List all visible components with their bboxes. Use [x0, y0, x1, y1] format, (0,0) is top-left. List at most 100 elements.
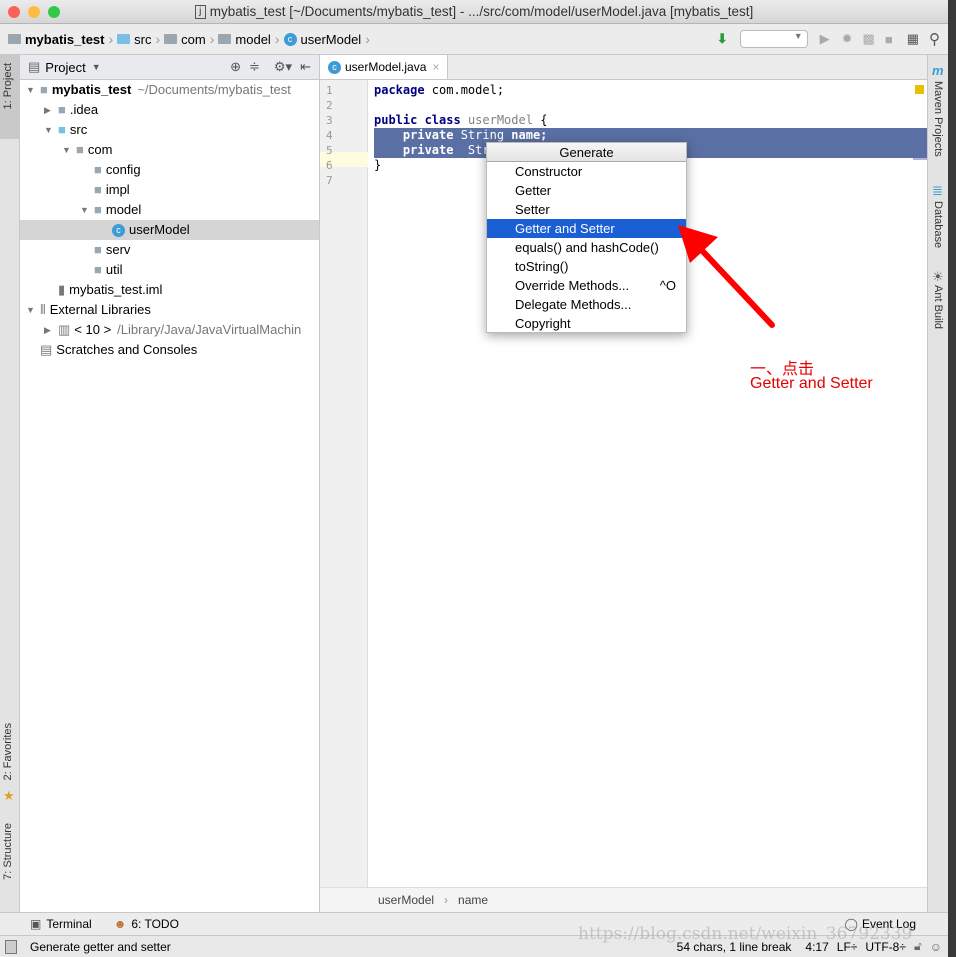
project-structure-icon[interactable]: ▦ — [907, 31, 919, 47]
tab-maven-projects[interactable]: Maven Projects — [932, 81, 944, 157]
tree-item[interactable]: ■ config — [20, 160, 319, 180]
toggle-tool-windows-icon[interactable] — [5, 939, 17, 954]
project-view-select[interactable]: Project — [45, 60, 85, 75]
stop-icon[interactable]: ■ — [885, 32, 893, 47]
expand-down-icon[interactable]: ▼ — [80, 200, 94, 220]
tree-item-label: .idea — [69, 102, 99, 117]
code-token: public class — [374, 113, 461, 127]
hide-panel-icon[interactable]: ⇤ — [300, 59, 311, 75]
tab-project[interactable]: 1: Project — [2, 63, 14, 109]
menu-item-getter[interactable]: Getter — [487, 181, 686, 200]
project-panel-header: ▤ Project ▼ ⊕ ≑ ⚙▾ ⇤ — [20, 55, 319, 80]
todo-button[interactable]: 6: TODO — [131, 917, 179, 931]
tree-item[interactable]: ■ util — [20, 260, 319, 280]
tree-item-label: src — [69, 122, 88, 137]
code-token: com.model; — [424, 83, 505, 97]
menu-item-override-methods[interactable]: Override Methods... ^O — [487, 276, 686, 295]
menu-item-tostring[interactable]: toString() — [487, 257, 686, 276]
module-icon — [8, 34, 21, 44]
tab-favorites[interactable]: 2: Favorites — [2, 723, 14, 780]
jdk-icon: ▥ — [58, 322, 71, 337]
tree-item[interactable]: ■ serv — [20, 240, 319, 260]
tree-item[interactable]: ▶ ■ .idea — [20, 100, 319, 120]
crumb-field[interactable]: name — [458, 893, 488, 907]
inspector-icon[interactable]: ☺ — [930, 940, 942, 954]
annotation-text: Getter and Setter — [750, 375, 873, 392]
coverage-icon[interactable]: ▩ — [863, 31, 875, 47]
chevron-down-icon[interactable]: ▼ — [92, 62, 101, 72]
folder-icon — [117, 34, 131, 44]
search-icon[interactable]: ⚲ — [929, 30, 940, 48]
menu-item-label: Setter — [515, 202, 550, 217]
expand-right-icon[interactable]: ▶ — [44, 100, 58, 120]
menu-item-equals-and-hashcode[interactable]: equals() and hashCode() — [487, 238, 686, 257]
menu-item-delegate-methods[interactable]: Delegate Methods... — [487, 295, 686, 314]
tree-item[interactable]: ▼ ⦀ External Libraries — [20, 300, 319, 320]
locate-icon[interactable]: ⊕ — [230, 59, 241, 75]
run-icon[interactable]: ▶ — [820, 31, 830, 47]
breadcrumb-model[interactable]: model › — [218, 31, 280, 47]
breadcrumb-project[interactable]: mybatis_test › — [8, 31, 113, 47]
tree-item[interactable]: ■ impl — [20, 180, 319, 200]
tab-ant-build[interactable]: Ant Build — [932, 285, 944, 329]
build-icon[interactable]: ⬇ — [717, 31, 728, 47]
module-icon: ■ — [40, 82, 48, 97]
expand-right-icon[interactable]: ▶ — [44, 320, 58, 340]
lock-icon[interactable]: 🔓︎ — [914, 939, 922, 954]
tree-item-path: /Library/Java/JavaVirtualMachin — [117, 322, 302, 337]
source-folder-icon: ■ — [58, 122, 66, 137]
status-message: Generate getter and setter — [30, 939, 171, 954]
breadcrumb-src[interactable]: src › — [117, 31, 160, 47]
library-icon: ⦀ — [40, 302, 46, 317]
gear-icon[interactable]: ⚙▾ — [274, 59, 292, 75]
close-tab-icon[interactable]: × — [432, 60, 439, 74]
breadcrumb-com[interactable]: com › — [164, 31, 214, 47]
project-panel: ▤ Project ▼ ⊕ ≑ ⚙▾ ⇤ ▼ ■ mybatis_test ~/Doc… — [20, 55, 320, 912]
crumb-class[interactable]: userModel — [378, 893, 434, 907]
popup-title: Generate — [487, 143, 686, 162]
navigation-bar: mybatis_test › src › com › model › c userMode… — [0, 24, 948, 55]
iml-file-icon: ▮ — [58, 282, 66, 297]
class-icon: c — [283, 32, 297, 46]
maximize-window-button[interactable] — [48, 6, 60, 18]
tree-item[interactable]: ▼ ■ com — [20, 140, 319, 160]
tree-item[interactable]: ▼ ■ model — [20, 200, 319, 220]
expand-down-icon[interactable]: ▼ — [44, 120, 58, 140]
menu-item-getter-and-setter[interactable]: Getter and Setter — [487, 219, 686, 238]
tree-item-label: impl — [105, 182, 130, 197]
close-window-button[interactable] — [8, 6, 20, 18]
menu-item-label: Override Methods... — [515, 278, 630, 293]
tree-item-label: com — [87, 142, 113, 157]
run-config-select[interactable]: ▼ — [739, 30, 808, 48]
tab-usermodel-java[interactable]: c userModel.java × — [320, 55, 449, 79]
breadcrumb-usermodel[interactable]: c userModel › — [283, 31, 370, 47]
menu-item-constructor[interactable]: Constructor — [487, 162, 686, 181]
tree-item[interactable]: ▼ ■ src — [20, 120, 319, 140]
watermark: https://blog.csdn.net/weixin_36792339 — [578, 924, 913, 944]
tree-item[interactable]: ▮ mybatis_test.iml — [20, 280, 319, 300]
code-line: private String name; — [374, 128, 548, 143]
crumb-label: com — [181, 31, 206, 47]
tree-item[interactable]: ▶ ▥ < 10 > /Library/Java/JavaVirtualMachin — [20, 320, 319, 340]
database-icon: ≣ — [932, 183, 943, 198]
terminal-button[interactable]: Terminal — [46, 917, 91, 931]
editor-breadcrumb: userModel › name — [320, 887, 927, 912]
tree-item[interactable]: ▤ Scratches and Consoles — [20, 340, 319, 360]
expand-down-icon[interactable]: ▼ — [26, 300, 40, 320]
tab-database[interactable]: Database — [932, 201, 944, 248]
tab-structure[interactable]: 7: Structure — [2, 823, 14, 880]
expand-down-icon[interactable]: ▼ — [26, 80, 40, 100]
tree-item[interactable]: c userModel — [20, 220, 319, 240]
tree-item[interactable]: ▼ ■ mybatis_test ~/Documents/mybatis_test — [20, 80, 319, 100]
analysis-status-icon — [915, 85, 924, 94]
expand-down-icon[interactable]: ▼ — [62, 140, 76, 160]
debug-icon[interactable]: ✹ — [842, 31, 853, 47]
menu-item-setter[interactable]: Setter — [487, 200, 686, 219]
error-stripe-mark[interactable] — [913, 158, 927, 160]
code-token: } — [374, 158, 382, 172]
minimize-window-button[interactable] — [28, 6, 40, 18]
collapse-all-icon[interactable]: ≑ — [249, 59, 260, 75]
menu-item-copyright[interactable]: Copyright — [487, 314, 686, 333]
code-token: package — [374, 83, 425, 97]
